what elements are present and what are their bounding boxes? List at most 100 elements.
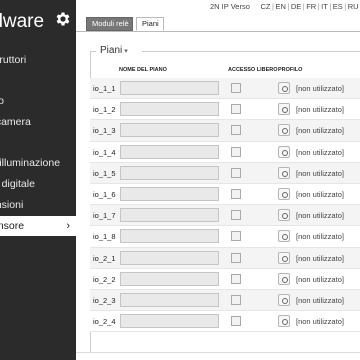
floor-name-input[interactable] [120,250,219,265]
sidebar-item[interactable]: ocamera [0,112,76,133]
sidebar-item-label: dio [0,95,5,108]
sidebar-item-label: roilluminazione [0,157,61,170]
sidebar-item-label: erruttori [0,54,27,66]
target-icon[interactable] [278,82,290,94]
target-icon[interactable] [278,272,290,285]
free-access-checkbox[interactable] [231,273,241,284]
free-access-checkbox[interactable] [231,188,241,199]
column-header-name: NOME DEL PIANO [119,67,167,73]
target-icon[interactable] [278,103,290,116]
sidebar-item[interactable]: ensore › [0,215,76,237]
profile-value[interactable]: [non utilizzato] [296,169,344,178]
floor-id-label: io_1_8 [93,232,116,242]
free-access-checkbox[interactable] [231,104,241,115]
device-brand: 2N IP Verso [210,2,250,11]
profile-value[interactable]: [non utilizzato] [296,317,344,326]
profile-value[interactable]: [non utilizzato] [296,296,344,305]
language-separator: | [272,2,274,11]
target-icon[interactable] [278,166,290,179]
target-icon[interactable] [278,145,290,158]
sidebar-item[interactable]: ta [0,71,76,92]
top-bar: 2N IP Verso CZ | EN | DE | FR | IT | ES | RU [76,0,360,12]
floor-id-label: io_2_1 [93,253,116,263]
floor-name-input[interactable] [120,102,219,117]
tab-relay-modules[interactable]: Moduli relè [86,17,133,31]
section-title: Piani [100,45,123,56]
floor-name-input[interactable] [120,123,219,138]
profile-value[interactable]: [non utilizzato] [296,148,344,157]
floor-name-input[interactable] [120,81,219,95]
free-access-checkbox[interactable] [231,294,241,305]
language-link[interactable]: DE [291,2,301,11]
floor-name-input[interactable] [120,271,219,286]
floor-id-label: io_1_4 [93,147,116,157]
free-access-checkbox[interactable] [231,316,241,327]
section-header[interactable]: Piani ▾ [100,45,128,56]
target-icon[interactable] [278,230,290,243]
free-access-checkbox[interactable] [231,231,241,242]
profile-value[interactable]: [non utilizzato] [296,232,344,241]
sidebar: rdware erruttori ta dio ocamera i roilluminaz… [0,0,76,360]
sidebar-menu: erruttori ta dio ocamera i roilluminazione ut … [0,50,76,237]
language-link[interactable]: EN [275,2,285,11]
column-header-profile: PROFILO [278,67,303,73]
sidebar-item-label: ut digitale [0,178,35,191]
app-root: rdware erruttori ta dio ocamera i roilluminaz… [0,0,360,360]
table-row: io_1_5 [non utilizzato] [90,162,360,184]
profile-value[interactable]: [non utilizzato] [296,275,344,284]
profile-value[interactable]: [non utilizzato] [296,254,344,263]
profile-value[interactable]: [non utilizzato] [296,84,344,93]
free-access-checkbox[interactable] [231,146,241,157]
sidebar-item[interactable]: ensioni [0,195,76,216]
floor-id-label: io_1_3 [93,126,116,136]
tab-divider [76,31,360,32]
floor-name-input[interactable] [120,165,219,180]
sidebar-item[interactable]: i [0,133,76,154]
floor-name-input[interactable] [120,229,219,244]
floor-name-input[interactable] [120,314,219,329]
language-link[interactable]: IT [321,2,328,11]
target-icon[interactable] [278,293,290,306]
sidebar-item-label: ensioni [0,198,24,211]
target-icon[interactable] [278,209,290,222]
free-access-checkbox[interactable] [231,125,241,136]
language-link[interactable]: ES [333,2,343,11]
sidebar-item[interactable]: roilluminazione [0,153,76,174]
target-icon[interactable] [278,251,290,264]
profile-value[interactable]: [non utilizzato] [296,105,344,114]
column-header-free-access: ACCESSO LIBERO [228,67,278,73]
table-row: io_1_8 [non utilizzato] [90,226,360,248]
target-icon[interactable] [278,315,290,328]
free-access-checkbox[interactable] [231,83,241,93]
target-icon[interactable] [278,187,290,200]
tab-floors[interactable]: Piani [136,17,164,31]
profile-value[interactable]: [non utilizzato] [296,126,344,135]
profile-value[interactable]: [non utilizzato] [296,211,344,220]
table-row: io_2_4 [non utilizzato] [90,311,360,333]
free-access-checkbox[interactable] [231,252,241,263]
table-row: io_2_1 [non utilizzato] [90,247,360,269]
floor-id-label: io_1_1 [93,84,116,93]
free-access-checkbox[interactable] [231,210,241,221]
language-link[interactable]: RU [348,2,359,11]
floor-id-label: io_2_4 [93,317,116,327]
floor-name-input[interactable] [120,186,219,201]
table-row: io_2_2 [non utilizzato] [90,268,360,290]
floor-name-input[interactable] [120,144,219,159]
sidebar-item[interactable]: dio [0,91,76,112]
free-access-checkbox[interactable] [231,167,241,178]
floor-name-input[interactable] [120,208,219,223]
gear-icon[interactable] [54,10,72,28]
table-row: io_2_3 [non utilizzato] [90,289,360,312]
sidebar-title: rdware [0,11,45,32]
sidebar-item[interactable]: ut digitale [0,174,76,195]
sidebar-item[interactable]: erruttori [0,50,76,71]
language-link[interactable]: CZ [261,2,271,11]
floor-id-label: io_1_6 [93,189,116,199]
target-icon[interactable] [278,124,290,137]
profile-value[interactable]: [non utilizzato] [296,190,344,199]
floor-name-input[interactable] [120,292,219,307]
language-link[interactable]: FR [306,2,316,11]
floor-id-label: io_1_5 [93,168,116,178]
floor-id-label: io_1_7 [93,211,116,221]
